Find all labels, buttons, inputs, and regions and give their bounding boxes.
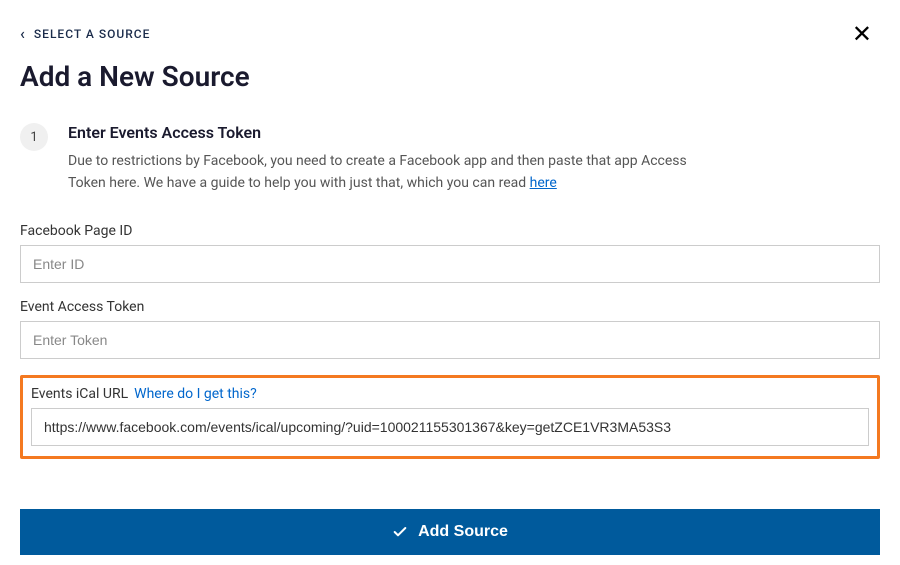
- field-facebook-page-id: Facebook Page ID: [20, 223, 880, 283]
- highlighted-ical-section: Events iCal URL Where do I get this?: [20, 375, 880, 459]
- close-button[interactable]: ✕: [844, 18, 880, 50]
- page-title: Add a New Source: [20, 60, 880, 93]
- add-source-label: Add Source: [418, 523, 508, 541]
- chevron-left-icon: ‹: [20, 26, 26, 42]
- add-source-button[interactable]: Add Source: [20, 509, 880, 555]
- step-description: Due to restrictions by Facebook, you nee…: [68, 150, 688, 195]
- access-token-input[interactable]: [20, 321, 880, 359]
- ical-help-link[interactable]: Where do I get this?: [134, 386, 257, 402]
- access-token-label: Event Access Token: [20, 299, 880, 315]
- ical-url-label: Events iCal URL: [31, 386, 128, 402]
- step-number-badge: 1: [20, 123, 48, 151]
- close-icon: ✕: [852, 20, 872, 48]
- back-label: SELECT A SOURCE: [34, 27, 150, 41]
- ical-url-input[interactable]: [31, 408, 869, 446]
- back-link[interactable]: ‹ SELECT A SOURCE: [20, 26, 150, 42]
- step-1: 1 Enter Events Access Token Due to restr…: [20, 123, 880, 195]
- check-icon: [392, 524, 408, 540]
- guide-link[interactable]: here: [530, 175, 557, 191]
- field-access-token: Event Access Token: [20, 299, 880, 359]
- page-id-input[interactable]: [20, 245, 880, 283]
- step-title: Enter Events Access Token: [68, 123, 880, 142]
- page-id-label: Facebook Page ID: [20, 223, 880, 239]
